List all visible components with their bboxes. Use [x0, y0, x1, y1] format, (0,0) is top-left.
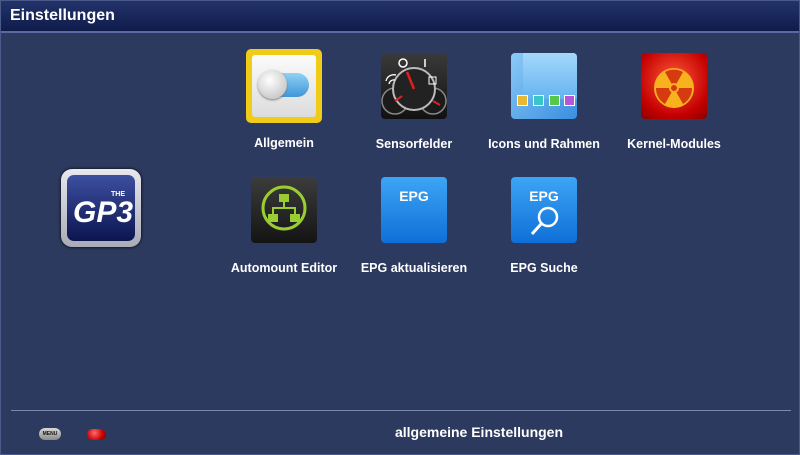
menu-remote-button-icon[interactable]: MENU	[39, 428, 61, 440]
menu-item-automount-editor[interactable]: Automount Editor	[231, 177, 337, 283]
epg-icon: EPG	[381, 177, 447, 243]
footer-divider	[11, 410, 791, 411]
menu-item-label: EPG Suche	[510, 261, 578, 275]
screen: Einstellungen GP3 THE Allgemein Sensorfe…	[0, 0, 800, 455]
epg-icon-text: EPG	[399, 188, 429, 204]
epg-search-icon: EPG	[511, 177, 577, 243]
selection-description: allgemeine Einstellungen	[394, 424, 564, 440]
menu-item-sensorfelder[interactable]: Sensorfelder	[376, 53, 452, 159]
gauges-icon	[381, 53, 447, 119]
menu-item-label: Kernel-Modules	[627, 137, 721, 151]
radiation-icon	[641, 53, 707, 119]
network-icon	[251, 177, 317, 243]
menu-item-label: Allgemein	[254, 136, 314, 150]
toggle-switch-icon	[246, 49, 322, 123]
logo-text: GP3	[73, 196, 133, 229]
menu-item-icons-und-rahmen[interactable]: Icons und Rahmen	[488, 53, 600, 159]
logo-small-text: THE	[111, 191, 125, 198]
title-bar: Einstellungen	[1, 1, 799, 33]
gp3-logo-graphic: GP3 THE	[73, 191, 133, 229]
menu-item-label: Sensorfelder	[375, 137, 453, 151]
menu-item-kernel-modules[interactable]: Kernel-Modules	[627, 53, 721, 159]
menu-item-allgemein[interactable]: Allgemein	[246, 49, 323, 159]
menu-item-epg-suche[interactable]: EPG EPG Suche	[510, 177, 578, 283]
menu-item-label: Icons und Rahmen	[488, 137, 600, 151]
page-title: Einstellungen	[10, 7, 115, 24]
window-colors-icon	[511, 53, 577, 119]
menu-item-label: EPG aktualisieren	[360, 261, 468, 275]
gp3-logo-inner: GP3 THE	[67, 175, 135, 241]
gp3-logo: GP3 THE	[61, 169, 141, 247]
menu-item-epg-aktualisieren[interactable]: EPG EPG aktualisieren	[361, 177, 467, 283]
red-remote-button-icon[interactable]	[87, 429, 106, 440]
epg-search-icon-text: EPG	[529, 188, 559, 204]
menu-item-label: Automount Editor	[230, 261, 338, 275]
